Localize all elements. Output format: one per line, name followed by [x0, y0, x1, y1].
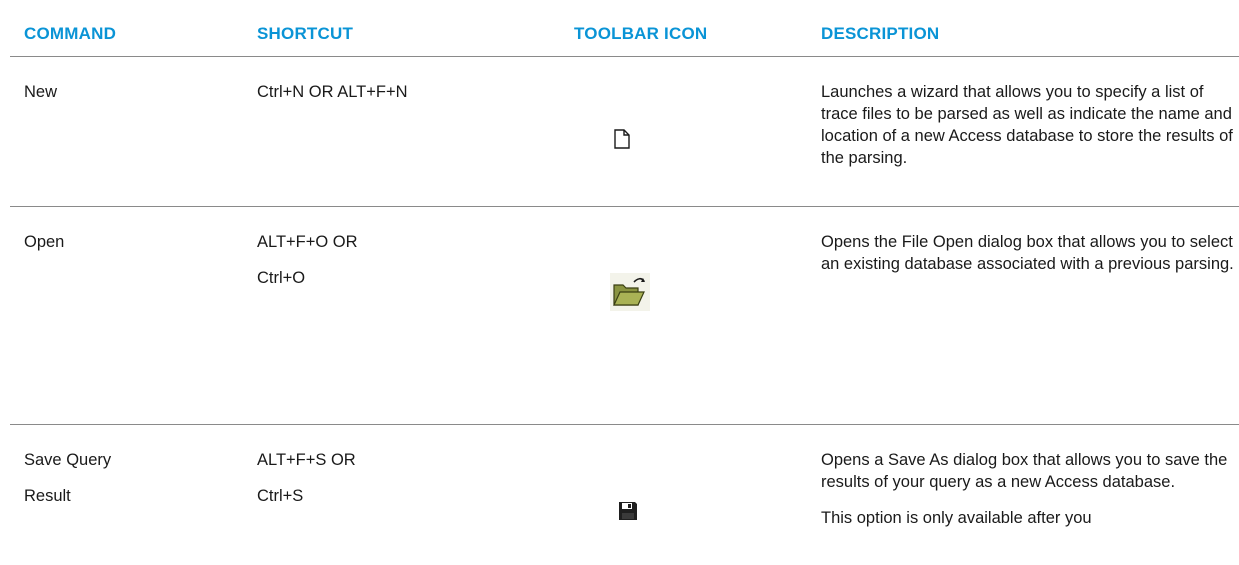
toolbar-icon-cell: [560, 206, 807, 425]
description-cell: Opens the File Open dialog box that allo…: [807, 206, 1239, 425]
description-text: This option is only available after you: [821, 508, 1092, 527]
shortcut-text: Ctrl+S: [257, 486, 304, 505]
description-cell: Opens a Save As dialog box that allows y…: [807, 424, 1239, 529]
shortcut-cell: ALT+F+O OR Ctrl+O: [243, 206, 560, 425]
description-text: Launches a wizard that allows you to spe…: [821, 82, 1233, 167]
shortcut-cell: Ctrl+N OR ALT+F+N: [243, 56, 560, 207]
header-toolbar-icon: TOOLBAR ICON: [560, 0, 807, 57]
description-text: Opens a Save As dialog box that allows y…: [821, 450, 1228, 491]
command-text: Result: [24, 486, 71, 505]
header-description: DESCRIPTION: [807, 0, 1239, 57]
table-row: Open ALT+F+O OR Ctrl+O Opens the File Op…: [10, 206, 1239, 425]
header-command: COMMAND: [10, 0, 243, 57]
description-text: Opens the File Open dialog box that allo…: [821, 232, 1234, 273]
commands-table: COMMAND SHORTCUT TOOLBAR ICON DESCRIPTIO…: [10, 0, 1239, 529]
shortcut-text: Ctrl+N OR ALT+F+N: [257, 82, 408, 101]
new-document-icon: [614, 128, 630, 149]
open-folder-icon: [610, 272, 650, 311]
save-floppy-icon: [619, 501, 637, 520]
shortcut-text: ALT+F+S OR: [257, 450, 356, 469]
toolbar-icon-cell: [560, 56, 807, 207]
command-text: Save Query: [24, 450, 112, 469]
command-text: Open: [24, 232, 65, 251]
shortcut-cell: ALT+F+S OR Ctrl+S: [243, 424, 560, 529]
command-cell: Save Query Result: [10, 424, 243, 529]
shortcut-text: ALT+F+O OR: [257, 232, 358, 251]
toolbar-icon-cell: [560, 424, 807, 529]
table-row: New Ctrl+N OR ALT+F+N Launches a wizard …: [10, 56, 1239, 207]
command-cell: New: [10, 56, 243, 207]
table-row: Save Query Result ALT+F+S OR Ctrl+S Open…: [10, 424, 1239, 529]
header-shortcut: SHORTCUT: [243, 0, 560, 57]
table-header-row: COMMAND SHORTCUT TOOLBAR ICON DESCRIPTIO…: [10, 0, 1239, 57]
shortcut-text: Ctrl+O: [257, 268, 306, 287]
command-text: New: [24, 82, 58, 101]
description-cell: Launches a wizard that allows you to spe…: [807, 56, 1239, 207]
command-cell: Open: [10, 206, 243, 425]
